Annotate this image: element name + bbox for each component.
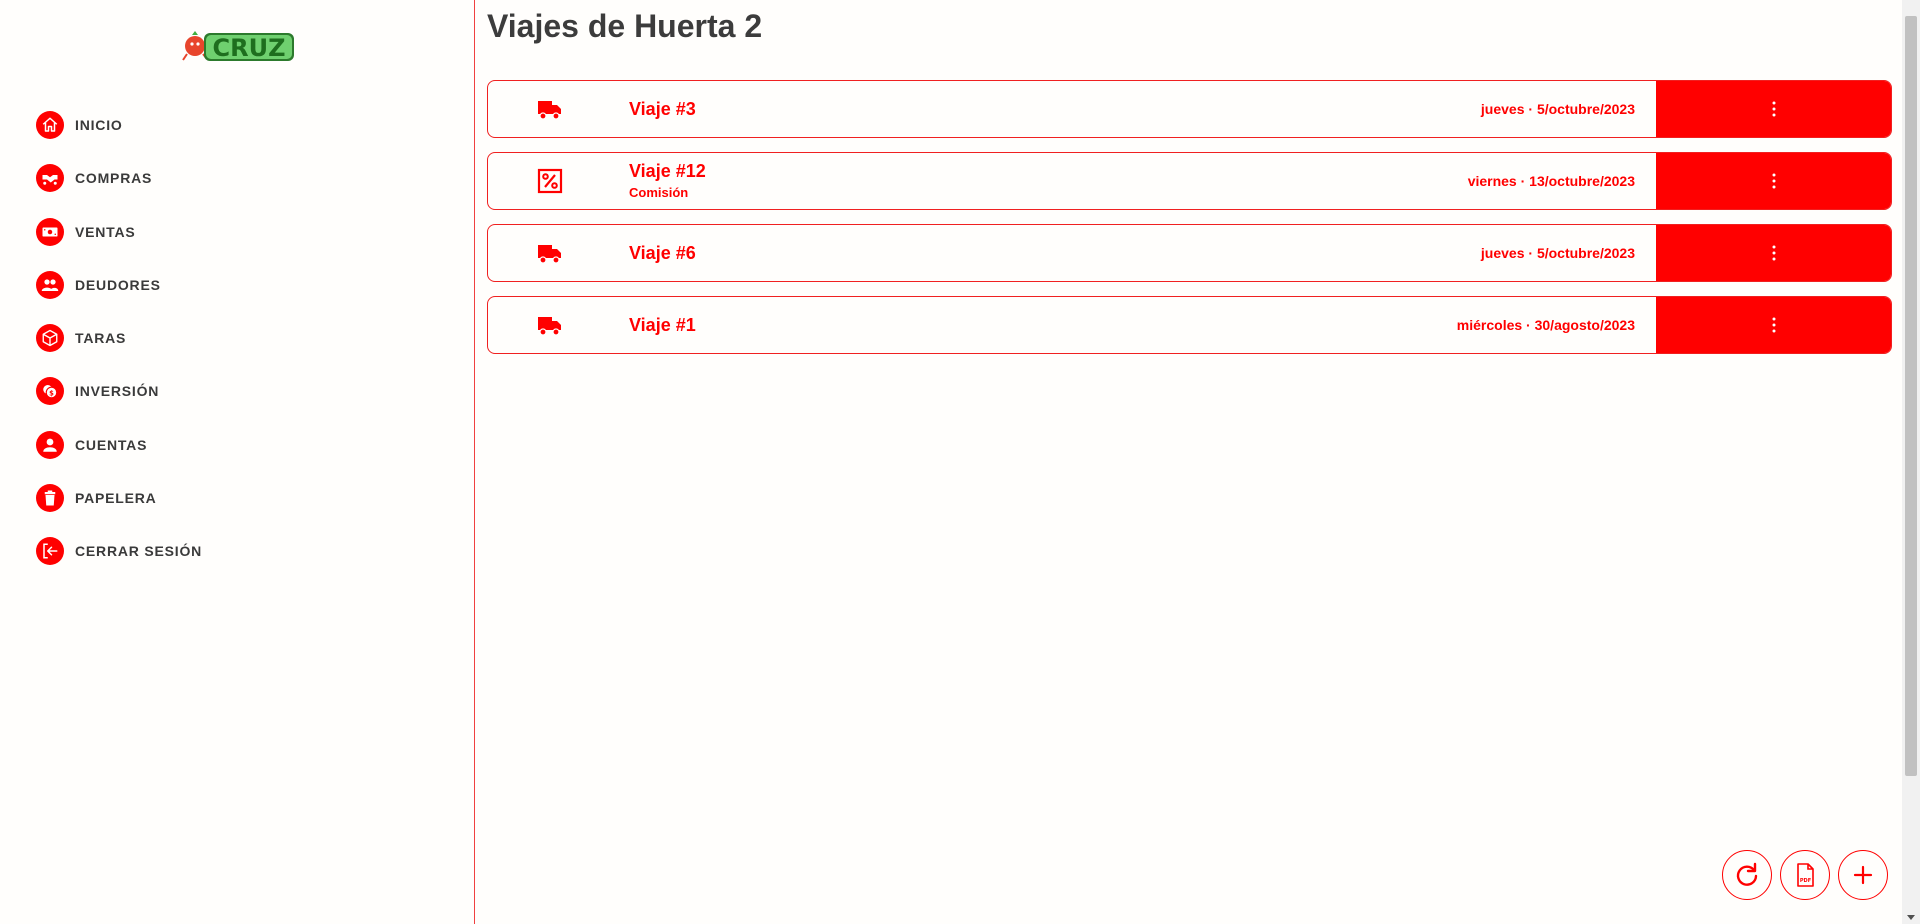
cruz-logo[interactable]: CRUZ — [178, 26, 296, 66]
user-icon — [36, 430, 64, 459]
trip-date: jueves · 5/octubre/2023 — [1480, 101, 1635, 117]
sidebar-item-label: VENTAS — [75, 223, 136, 240]
sidebar-item-compras[interactable]: COMPRAS — [36, 163, 202, 193]
sidebar-item-taras[interactable]: TARAS — [36, 323, 202, 353]
trip-menu-button[interactable] — [1656, 81, 1891, 137]
scroll-down-arrow-icon[interactable] — [1907, 915, 1915, 920]
svg-text:$: $ — [49, 390, 54, 398]
coins-icon: $ — [36, 377, 64, 406]
trip-card[interactable]: Viaje #3 jueves · 5/octubre/2023 — [487, 80, 1892, 138]
money-icon — [36, 217, 64, 246]
trash-icon — [36, 484, 64, 513]
main-content: Viajes de Huerta 2 Viaje #3 jueves · 5/o… — [476, 0, 1902, 924]
more-vertical-icon — [1772, 317, 1775, 333]
users-icon — [36, 270, 64, 299]
sidebar: CRUZ INICIO COMPRAS VENTAS DEUDORES TARA… — [0, 0, 475, 924]
sidebar-item-label: DEUDORES — [75, 276, 161, 293]
trip-date: jueves · 5/octubre/2023 — [1480, 245, 1635, 261]
scrollbar-thumb[interactable] — [1905, 16, 1917, 776]
truck-icon — [536, 239, 564, 267]
trip-name: Viaje #6 — [629, 243, 696, 263]
pdf-icon: PDF — [1797, 863, 1814, 887]
refresh-icon — [1736, 862, 1758, 886]
trip-name: Viaje #1 — [629, 315, 696, 335]
trip-subtitle: Comisión — [629, 185, 689, 200]
refresh-button[interactable] — [1722, 850, 1772, 900]
add-button[interactable] — [1838, 850, 1888, 900]
percent-icon — [536, 167, 564, 195]
sidebar-item-label: CERRAR SESIÓN — [75, 543, 203, 560]
sidebar-item-cerrar-sesion[interactable]: CERRAR SESIÓN — [36, 536, 202, 566]
sidebar-item-deudores[interactable]: DEUDORES — [36, 270, 202, 300]
trip-date: miércoles · 30/agosto/2023 — [1456, 317, 1635, 333]
handshake-icon — [36, 164, 64, 193]
plus-icon — [1853, 865, 1873, 885]
sidebar-item-cuentas[interactable]: CUENTAS — [36, 430, 202, 460]
more-vertical-icon — [1772, 173, 1775, 189]
truck-icon — [536, 95, 564, 123]
sidebar-item-inversion[interactable]: $ INVERSIÓN — [36, 376, 202, 406]
trip-card[interactable]: Viaje #1 miércoles · 30/agosto/2023 — [487, 296, 1892, 354]
sidebar-item-label: PAPELERA — [75, 490, 157, 507]
box-icon — [36, 324, 64, 353]
sidebar-nav: INICIO COMPRAS VENTAS DEUDORES TARAS $ I… — [36, 110, 202, 590]
trip-name: Viaje #3 — [629, 99, 696, 119]
sidebar-item-label: INICIO — [75, 117, 123, 133]
more-vertical-icon — [1772, 245, 1775, 261]
sidebar-item-papelera[interactable]: PAPELERA — [36, 483, 202, 513]
truck-icon — [536, 311, 564, 339]
trip-date: viernes · 13/octubre/2023 — [1467, 173, 1635, 189]
sidebar-item-ventas[interactable]: VENTAS — [36, 217, 202, 247]
more-vertical-icon — [1772, 101, 1775, 117]
vertical-scrollbar[interactable] — [1902, 0, 1920, 924]
svg-text:PDF: PDF — [1800, 878, 1811, 884]
trip-name: Viaje #12 — [629, 161, 706, 181]
home-icon — [36, 111, 64, 139]
sidebar-item-label: COMPRAS — [75, 170, 153, 187]
trip-card[interactable]: Viaje #6 jueves · 5/octubre/2023 — [487, 224, 1892, 282]
logo-text: CRUZ — [213, 34, 286, 62]
trip-menu-button[interactable] — [1656, 153, 1891, 209]
trip-menu-button[interactable] — [1656, 225, 1891, 281]
trip-list: Viaje #3 jueves · 5/octubre/2023 Viaje #… — [487, 80, 1892, 368]
logout-icon — [36, 537, 64, 566]
sidebar-item-inicio[interactable]: INICIO — [36, 110, 202, 140]
trip-card[interactable]: Viaje #12 Comisión viernes · 13/octubre/… — [487, 152, 1892, 210]
page-title: Viajes de Huerta 2 — [487, 8, 763, 44]
pdf-button[interactable]: PDF — [1780, 850, 1830, 900]
trip-menu-button[interactable] — [1656, 297, 1891, 353]
sidebar-item-label: CUENTAS — [75, 436, 148, 453]
sidebar-item-label: INVERSIÓN — [75, 383, 160, 400]
sidebar-item-label: TARAS — [75, 330, 127, 347]
